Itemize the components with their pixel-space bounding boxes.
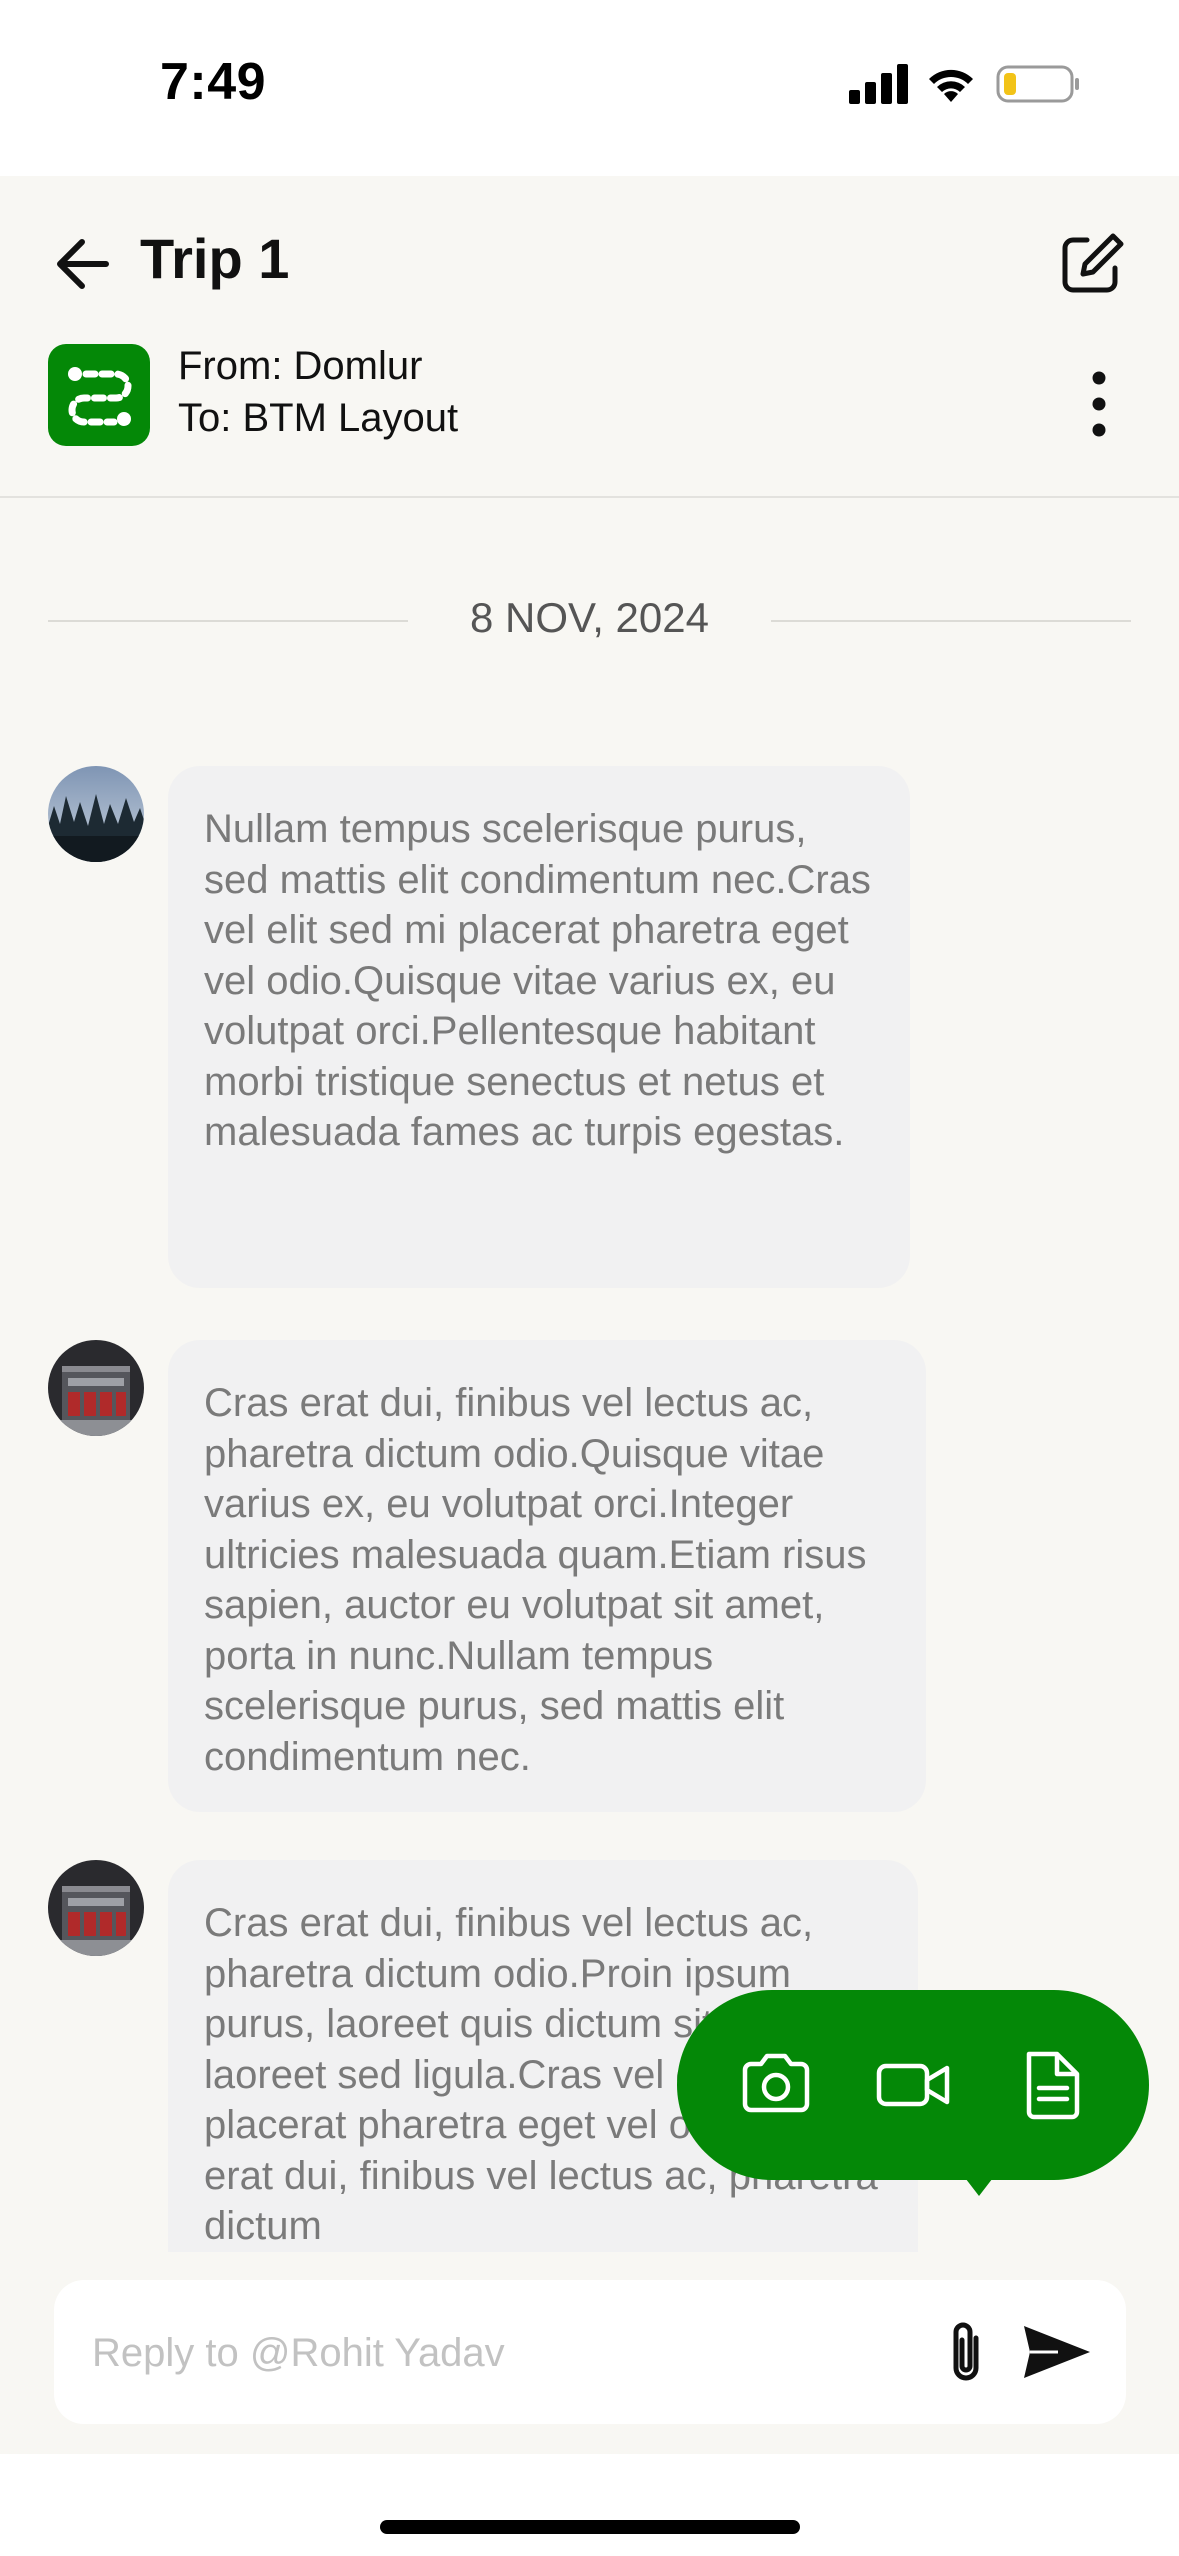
status-time: 7:49 <box>160 53 267 111</box>
status-icons <box>849 60 1079 110</box>
avatar[interactable] <box>48 1860 144 1956</box>
video-camera-icon <box>876 2063 950 2107</box>
arrow-left-icon <box>57 239 109 289</box>
date-label: 8 NOV, 2024 <box>470 594 709 641</box>
home-indicator[interactable] <box>380 2520 800 2534</box>
paperclip-icon <box>953 2322 979 2381</box>
route-logo <box>48 344 150 446</box>
home-area <box>0 2454 1179 2556</box>
status-bar: 7:49 <box>0 0 1179 176</box>
cellular-signal-icon <box>849 64 908 104</box>
video-button[interactable] <box>869 2040 959 2130</box>
route-icon <box>68 367 132 426</box>
route-from: From: Domlur <box>178 344 423 388</box>
divider-line <box>771 620 1131 622</box>
message-bubble: Nullam tempus scelerisque purus, sed mat… <box>168 766 910 1288</box>
forest-avatar <box>48 766 144 862</box>
route-to: To: BTM Layout <box>178 396 459 440</box>
more-vertical-icon <box>1092 371 1106 437</box>
avatar[interactable] <box>48 766 144 862</box>
more-options-button[interactable] <box>1083 364 1115 444</box>
document-button[interactable] <box>1007 2040 1097 2130</box>
popup-tail <box>959 2170 999 2196</box>
send-button[interactable] <box>1018 2320 1094 2384</box>
camera-button[interactable] <box>731 2040 821 2130</box>
page-title: Trip 1 <box>140 227 290 290</box>
chat-header: Trip 1 From: Domlur To: BTM Layout <box>0 176 1179 498</box>
attachment-menu <box>677 1990 1149 2196</box>
message-bubble: Cras erat dui, finibus vel lectus ac, ph… <box>168 1340 926 1812</box>
building-avatar <box>48 1860 144 1956</box>
attach-button[interactable] <box>936 2316 996 2388</box>
avatar[interactable] <box>48 1340 144 1436</box>
edit-icon <box>1062 233 1124 293</box>
back-button[interactable] <box>48 228 120 300</box>
document-icon <box>1026 2051 1080 2120</box>
composer-area <box>0 2252 1179 2454</box>
composer <box>54 2280 1126 2424</box>
send-icon <box>1024 2326 1090 2378</box>
building-avatar <box>48 1340 144 1436</box>
wifi-icon <box>929 69 973 102</box>
date-divider: 8 NOV, 2024 <box>48 586 1131 656</box>
edit-button[interactable] <box>1053 226 1129 302</box>
reply-input[interactable] <box>90 2324 894 2382</box>
camera-icon <box>742 2053 810 2113</box>
battery-low-icon <box>996 65 1079 103</box>
